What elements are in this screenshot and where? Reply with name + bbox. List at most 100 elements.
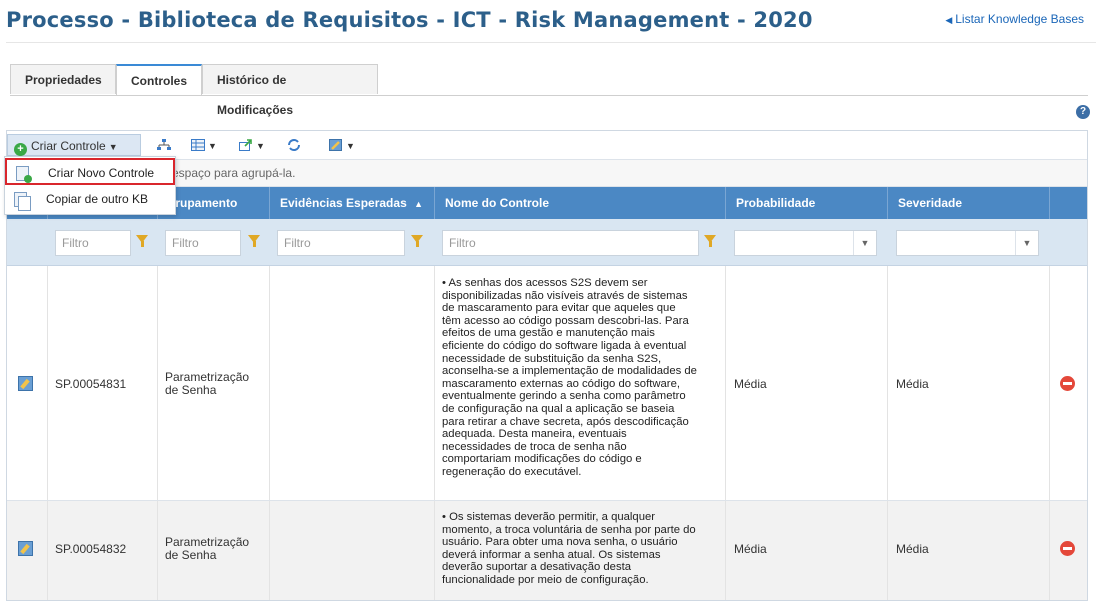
filter-probability-select[interactable]: ▼	[734, 230, 877, 256]
desc-line: deverão suportar a desativação desta	[442, 561, 632, 574]
header-evidencias-label: Evidências Esperadas	[280, 196, 407, 210]
export-icon	[239, 139, 252, 151]
filter-evidence-funnel-icon[interactable]	[411, 235, 423, 247]
chevron-down-icon: ▼	[853, 231, 876, 255]
row-group: Parametrização de Senha	[165, 535, 250, 562]
desc-line: comportariam modificações do código e	[442, 453, 642, 466]
cell-divider	[434, 266, 435, 500]
desc-line: momento, a troca voluntária de senha por…	[442, 523, 696, 536]
filter-name-input[interactable]: Filtro	[442, 230, 699, 256]
cell-divider	[725, 501, 726, 600]
desc-line: para retirar a chave secreta, após desco…	[442, 415, 689, 428]
filter-group-input[interactable]: Filtro	[165, 230, 241, 256]
columns-button[interactable]: ▼	[191, 134, 217, 156]
tab-historico[interactable]: Histórico de Modificações	[202, 64, 378, 117]
filter-id-funnel-icon[interactable]	[136, 235, 148, 247]
desc-line: disponibilizadas não visíveis através de…	[442, 289, 688, 302]
new-document-icon	[16, 166, 32, 183]
cell-divider	[47, 501, 48, 600]
desc-line: aconselha-se a implementação de modalida…	[442, 365, 697, 378]
row-id: SP.00054832	[55, 542, 127, 556]
tabs-divider	[10, 95, 1088, 96]
row-control-name: • Os sistemas deverão permitir, a qualqu…	[442, 511, 724, 587]
create-control-button[interactable]: + Criar Controle ▼	[7, 134, 141, 156]
edit-options-chevron-icon: ▼	[346, 141, 355, 151]
desc-line: regeneração do executável.	[442, 465, 582, 478]
edit-options-icon	[329, 139, 342, 151]
refresh-icon	[288, 139, 300, 151]
back-arrow-icon: ◀	[945, 15, 953, 25]
hierarchy-icon	[157, 139, 171, 150]
menu-item-create-new-control[interactable]: Criar Novo Controle	[5, 158, 175, 185]
cell-divider	[434, 501, 435, 600]
help-icon[interactable]: ?	[1076, 105, 1090, 119]
desc-line: • Os sistemas deverão permitir, a qualqu…	[442, 511, 656, 523]
menu-item-label: Criar Novo Controle	[48, 166, 155, 180]
filter-group-funnel-icon[interactable]	[248, 235, 260, 247]
delete-icon[interactable]	[1060, 376, 1075, 391]
tab-controles[interactable]: Controles	[116, 64, 202, 96]
cell-divider	[269, 266, 270, 500]
export-button[interactable]: ▼	[239, 134, 265, 156]
header-probabilidade[interactable]: Probabilidade	[725, 187, 887, 219]
cell-divider	[1049, 266, 1050, 500]
menu-item-copy-from-kb[interactable]: Copiar de outro KB	[5, 186, 175, 213]
cell-divider	[269, 501, 270, 600]
desc-line: necessidades de troca de senha não	[442, 440, 627, 453]
create-control-menu: Criar Novo Controle Copiar de outro KB	[4, 156, 176, 215]
columns-chevron-icon: ▼	[208, 141, 217, 151]
page-title: Processo - Biblioteca de Requisitos - IC…	[6, 8, 813, 32]
desc-line: deverá informar a senha atual. Os sistem…	[442, 548, 661, 561]
header-delete-col	[1049, 187, 1087, 219]
desc-line: • As senhas dos acessos S2S devem ser	[442, 277, 648, 289]
list-knowledge-bases-label: Listar Knowledge Bases	[955, 12, 1084, 26]
row-probability: Média	[734, 542, 767, 556]
filter-evidence-input[interactable]: Filtro	[277, 230, 405, 256]
edit-icon[interactable]	[18, 376, 33, 391]
desc-line: usuário. Para obter uma nova senha, o us…	[442, 536, 678, 549]
desc-line: eventualmente gerindo a senha como parâm…	[442, 390, 686, 403]
row-id: SP.00054831	[55, 377, 127, 391]
title-divider	[6, 42, 1096, 43]
filter-id-input[interactable]: Filtro	[55, 230, 131, 256]
row-severity: Média	[896, 377, 929, 391]
header-evidencias[interactable]: Evidências Esperadas ▲	[269, 187, 434, 219]
columns-icon	[191, 139, 205, 151]
edit-options-button[interactable]: ▼	[329, 134, 355, 156]
header-severidade[interactable]: Severidade	[887, 187, 1049, 219]
row-group: Parametrização de Senha	[165, 370, 250, 397]
table-row: SP.00054831 Parametrização de Senha • As…	[7, 266, 1087, 501]
tab-propriedades[interactable]: Propriedades	[10, 64, 116, 94]
desc-line: funcionalidade por meio de configuração.	[442, 573, 649, 586]
filter-row: Filtro Filtro Filtro Filtro ▼ ▼	[7, 219, 1087, 266]
table-row: SP.00054832 Parametrização de Senha • Os…	[7, 501, 1087, 600]
plus-icon: +	[14, 143, 27, 156]
filter-name-funnel-icon[interactable]	[704, 235, 716, 247]
cell-divider	[887, 501, 888, 600]
desc-line: necessidade de substituição da senha S2S…	[442, 352, 662, 365]
list-knowledge-bases-link[interactable]: ◀ Listar Knowledge Bases	[945, 12, 1084, 26]
desc-line: de mascaramento para evitar que aqueles …	[442, 302, 676, 315]
hierarchy-button[interactable]	[157, 134, 171, 156]
chevron-down-icon: ▼	[1015, 231, 1038, 255]
cell-divider	[725, 266, 726, 500]
row-severity: Média	[896, 542, 929, 556]
delete-icon[interactable]	[1060, 541, 1075, 556]
filter-severity-select[interactable]: ▼	[896, 230, 1039, 256]
edit-icon[interactable]	[18, 541, 33, 556]
desc-line: adequada. Desta maneira, eventuais	[442, 428, 627, 441]
cell-divider	[47, 266, 48, 500]
desc-line: efeitos de uma gestão e manutenção mais	[442, 327, 655, 340]
copy-document-icon	[14, 192, 31, 211]
export-chevron-icon: ▼	[256, 141, 265, 151]
chevron-down-icon: ▼	[108, 142, 118, 152]
desc-line: eficiente do código do software ligada à…	[442, 339, 687, 352]
cell-divider	[157, 501, 158, 600]
refresh-button[interactable]	[287, 134, 301, 156]
cell-divider	[887, 266, 888, 500]
header-nome-controle[interactable]: Nome do Controle	[434, 187, 725, 219]
row-control-name: • As senhas dos acessos S2S devem ser di…	[442, 277, 724, 479]
menu-item-label: Copiar de outro KB	[46, 192, 149, 206]
row-probability: Média	[734, 377, 767, 391]
cell-divider	[1049, 501, 1050, 600]
